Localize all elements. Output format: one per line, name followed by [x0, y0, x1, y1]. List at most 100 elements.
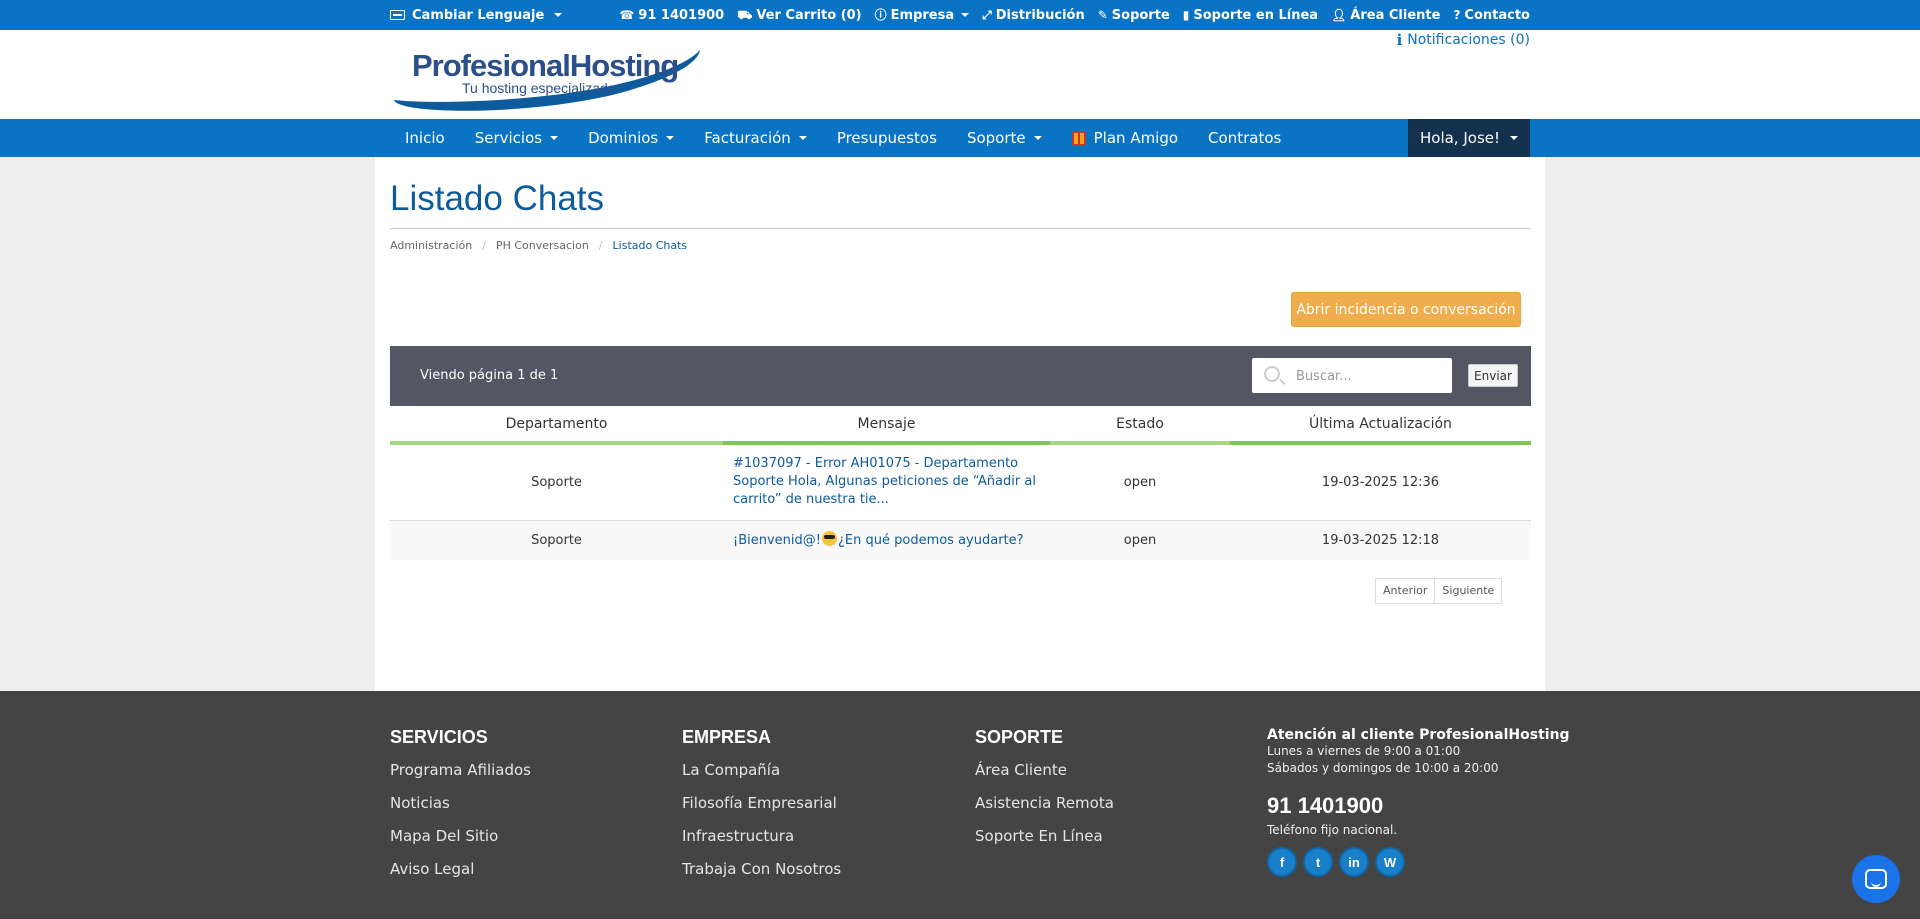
cart-link[interactable]: ⛟ Ver Carrito (0): [737, 8, 861, 23]
nav-item-dominios[interactable]: Dominios: [573, 129, 689, 147]
search-submit-button[interactable]: Enviar: [1468, 364, 1518, 387]
cell-updated: 19-03-2025 12:18: [1230, 520, 1531, 560]
online-support-link[interactable]: ▮ Soporte en Línea: [1183, 8, 1318, 23]
company-label: Empresa: [890, 7, 955, 23]
chevron-down-icon: [1033, 136, 1042, 140]
nav-item-facturacion[interactable]: Facturación: [689, 129, 822, 147]
footer-column-servicios: SERVICIOS Programa Afiliados Noticias Ma…: [390, 727, 531, 892]
breadcrumb-administracion[interactable]: Administración: [390, 239, 472, 252]
table-row[interactable]: Soporte ¡Bienvenid@! ¿En qué podemos ayud…: [390, 520, 1531, 560]
chevron-down-icon: [554, 13, 563, 17]
column-header-estado[interactable]: Estado: [1050, 406, 1230, 445]
chevron-down-icon: [798, 136, 807, 140]
nav-label: Dominios: [588, 129, 659, 147]
footer-link[interactable]: Infraestructura: [682, 826, 841, 859]
pagination-previous[interactable]: Anterior: [1375, 578, 1436, 604]
contact-hours-weekend: Sábados y domingos de 10:00 a 20:00: [1267, 761, 1499, 775]
site-logo[interactable]: ProfesionalHosting Tu hosting especializ…: [388, 36, 708, 114]
pagination-next[interactable]: Siguiente: [1435, 578, 1503, 604]
breadcrumb-separator: /: [482, 239, 486, 252]
column-header-departamento[interactable]: Departamento: [390, 406, 723, 445]
footer-link[interactable]: Programa Afiliados: [390, 760, 531, 793]
footer-column-soporte: SOPORTE Área Cliente Asistencia Remota S…: [975, 727, 1114, 859]
nav-label: Soporte: [966, 129, 1026, 147]
support-link[interactable]: ✎ Soporte: [1098, 8, 1170, 23]
user-menu[interactable]: Hola, Jose!: [1408, 119, 1530, 157]
language-label: Cambiar Lenguaje: [412, 7, 545, 23]
column-header-mensaje[interactable]: Mensaje: [723, 406, 1050, 445]
book-icon: ▮: [1182, 8, 1190, 22]
nav-item-contratos[interactable]: Contratos: [1193, 129, 1296, 147]
wrench-icon: ✎: [1097, 8, 1108, 22]
twitter-icon[interactable]: t: [1303, 847, 1333, 877]
phone-label: 91 1401900: [638, 7, 725, 23]
site-header: ProfesionalHosting Tu hosting especializ…: [0, 30, 1920, 119]
table-row[interactable]: Soporte #1037097 - Error AH01075 - Depar…: [390, 443, 1531, 521]
breadcrumb-current: Listado Chats: [612, 239, 688, 252]
chat-icon: [1865, 869, 1887, 889]
contact-phone[interactable]: 91 1401900: [1267, 793, 1570, 819]
notifications-link[interactable]: i Notificaciones (0): [1397, 32, 1530, 48]
breadcrumb-ph-conversacion[interactable]: PH Conversacion: [496, 239, 589, 252]
search-input[interactable]: [1296, 366, 1441, 386]
contact-hours-weekdays: Lunes a viernes de 9:00 a 01:00: [1267, 744, 1461, 758]
nav-item-presupuestos[interactable]: Presupuestos: [822, 129, 952, 147]
footer-link[interactable]: Área Cliente: [975, 760, 1114, 793]
nav-item-inicio[interactable]: Inicio: [390, 129, 460, 147]
sunglasses-emoji-icon: [822, 530, 837, 546]
distribution-link[interactable]: ⤢ Distribución: [982, 8, 1085, 23]
cell-status: open: [1050, 520, 1230, 560]
language-icon: [390, 10, 405, 20]
footer-link[interactable]: Noticias: [390, 793, 531, 826]
chevron-down-icon: [1510, 136, 1518, 140]
nav-label: Presupuestos: [836, 129, 937, 147]
footer-link[interactable]: Mapa Del Sitio: [390, 826, 531, 859]
footer-link[interactable]: Aviso Legal: [390, 859, 531, 892]
cell-message-link[interactable]: #1037097 - Error AH01075 - Departamento …: [723, 443, 1050, 521]
nav-label: Servicios: [474, 129, 543, 147]
nav-label: Facturación: [704, 129, 791, 147]
breadcrumb: Administración / PH Conversacion / Lista…: [390, 239, 687, 252]
nav-item-servicios[interactable]: Servicios: [460, 129, 573, 147]
contact-link[interactable]: ? Contacto: [1453, 8, 1530, 23]
contact-label: Contacto: [1464, 7, 1530, 23]
table-toolbar: Viendo página 1 de 1 Enviar: [390, 346, 1531, 406]
footer-heading: EMPRESA: [682, 727, 772, 747]
footer-link[interactable]: Soporte En Línea: [975, 826, 1114, 859]
cell-message-link[interactable]: ¡Bienvenid@! ¿En qué podemos ayudarte?: [723, 520, 1050, 560]
info-icon: i: [1396, 30, 1403, 49]
distribution-label: Distribución: [995, 7, 1085, 23]
page-title: Listado Chats: [390, 179, 605, 218]
linkedin-icon[interactable]: in: [1339, 847, 1369, 877]
social-links: f t in W: [1267, 847, 1570, 877]
cart-icon: ⛟: [737, 8, 753, 22]
footer-link[interactable]: Filosofía Empresarial: [682, 793, 841, 826]
site-footer: SERVICIOS Programa Afiliados Noticias Ma…: [0, 691, 1920, 919]
footer-link[interactable]: Trabaja Con Nosotros: [682, 859, 841, 892]
wordpress-icon[interactable]: W: [1375, 847, 1405, 877]
nav-label: Contratos: [1208, 129, 1282, 147]
facebook-icon[interactable]: f: [1267, 847, 1297, 877]
language-selector[interactable]: Cambiar Lenguaje: [390, 0, 563, 30]
cell-department: Soporte: [390, 520, 723, 560]
client-area-link[interactable]: 👤︎ Área Cliente: [1331, 8, 1440, 23]
gift-icon: [1071, 130, 1086, 146]
message-text-end: ¿En qué podemos ayudarte?: [838, 532, 1024, 548]
page-info: Viendo página 1 de 1: [420, 368, 559, 383]
phone-link[interactable]: ☎ 91 1401900: [619, 8, 724, 23]
open-ticket-button[interactable]: Abrir incidencia o conversación: [1291, 292, 1521, 327]
cell-status: open: [1050, 443, 1230, 521]
footer-link[interactable]: Asistencia Remota: [975, 793, 1114, 826]
support-label: Soporte: [1111, 7, 1170, 23]
column-header-ultima-actualizacion[interactable]: Última Actualización: [1230, 406, 1531, 445]
nav-item-soporte[interactable]: Soporte: [952, 129, 1057, 147]
live-chat-button[interactable]: [1852, 855, 1900, 903]
footer-column-empresa: EMPRESA La Compañía Filosofía Empresaria…: [682, 727, 841, 892]
search-icon: [1264, 366, 1280, 382]
cell-updated: 19-03-2025 12:36: [1230, 443, 1531, 521]
chevron-down-icon: [961, 13, 970, 17]
company-menu[interactable]: ⓘ Empresa: [875, 8, 970, 23]
footer-link[interactable]: La Compañía: [682, 760, 841, 793]
nav-item-plan-amigo[interactable]: Plan Amigo: [1057, 129, 1193, 147]
footer-heading: SERVICIOS: [390, 727, 488, 747]
